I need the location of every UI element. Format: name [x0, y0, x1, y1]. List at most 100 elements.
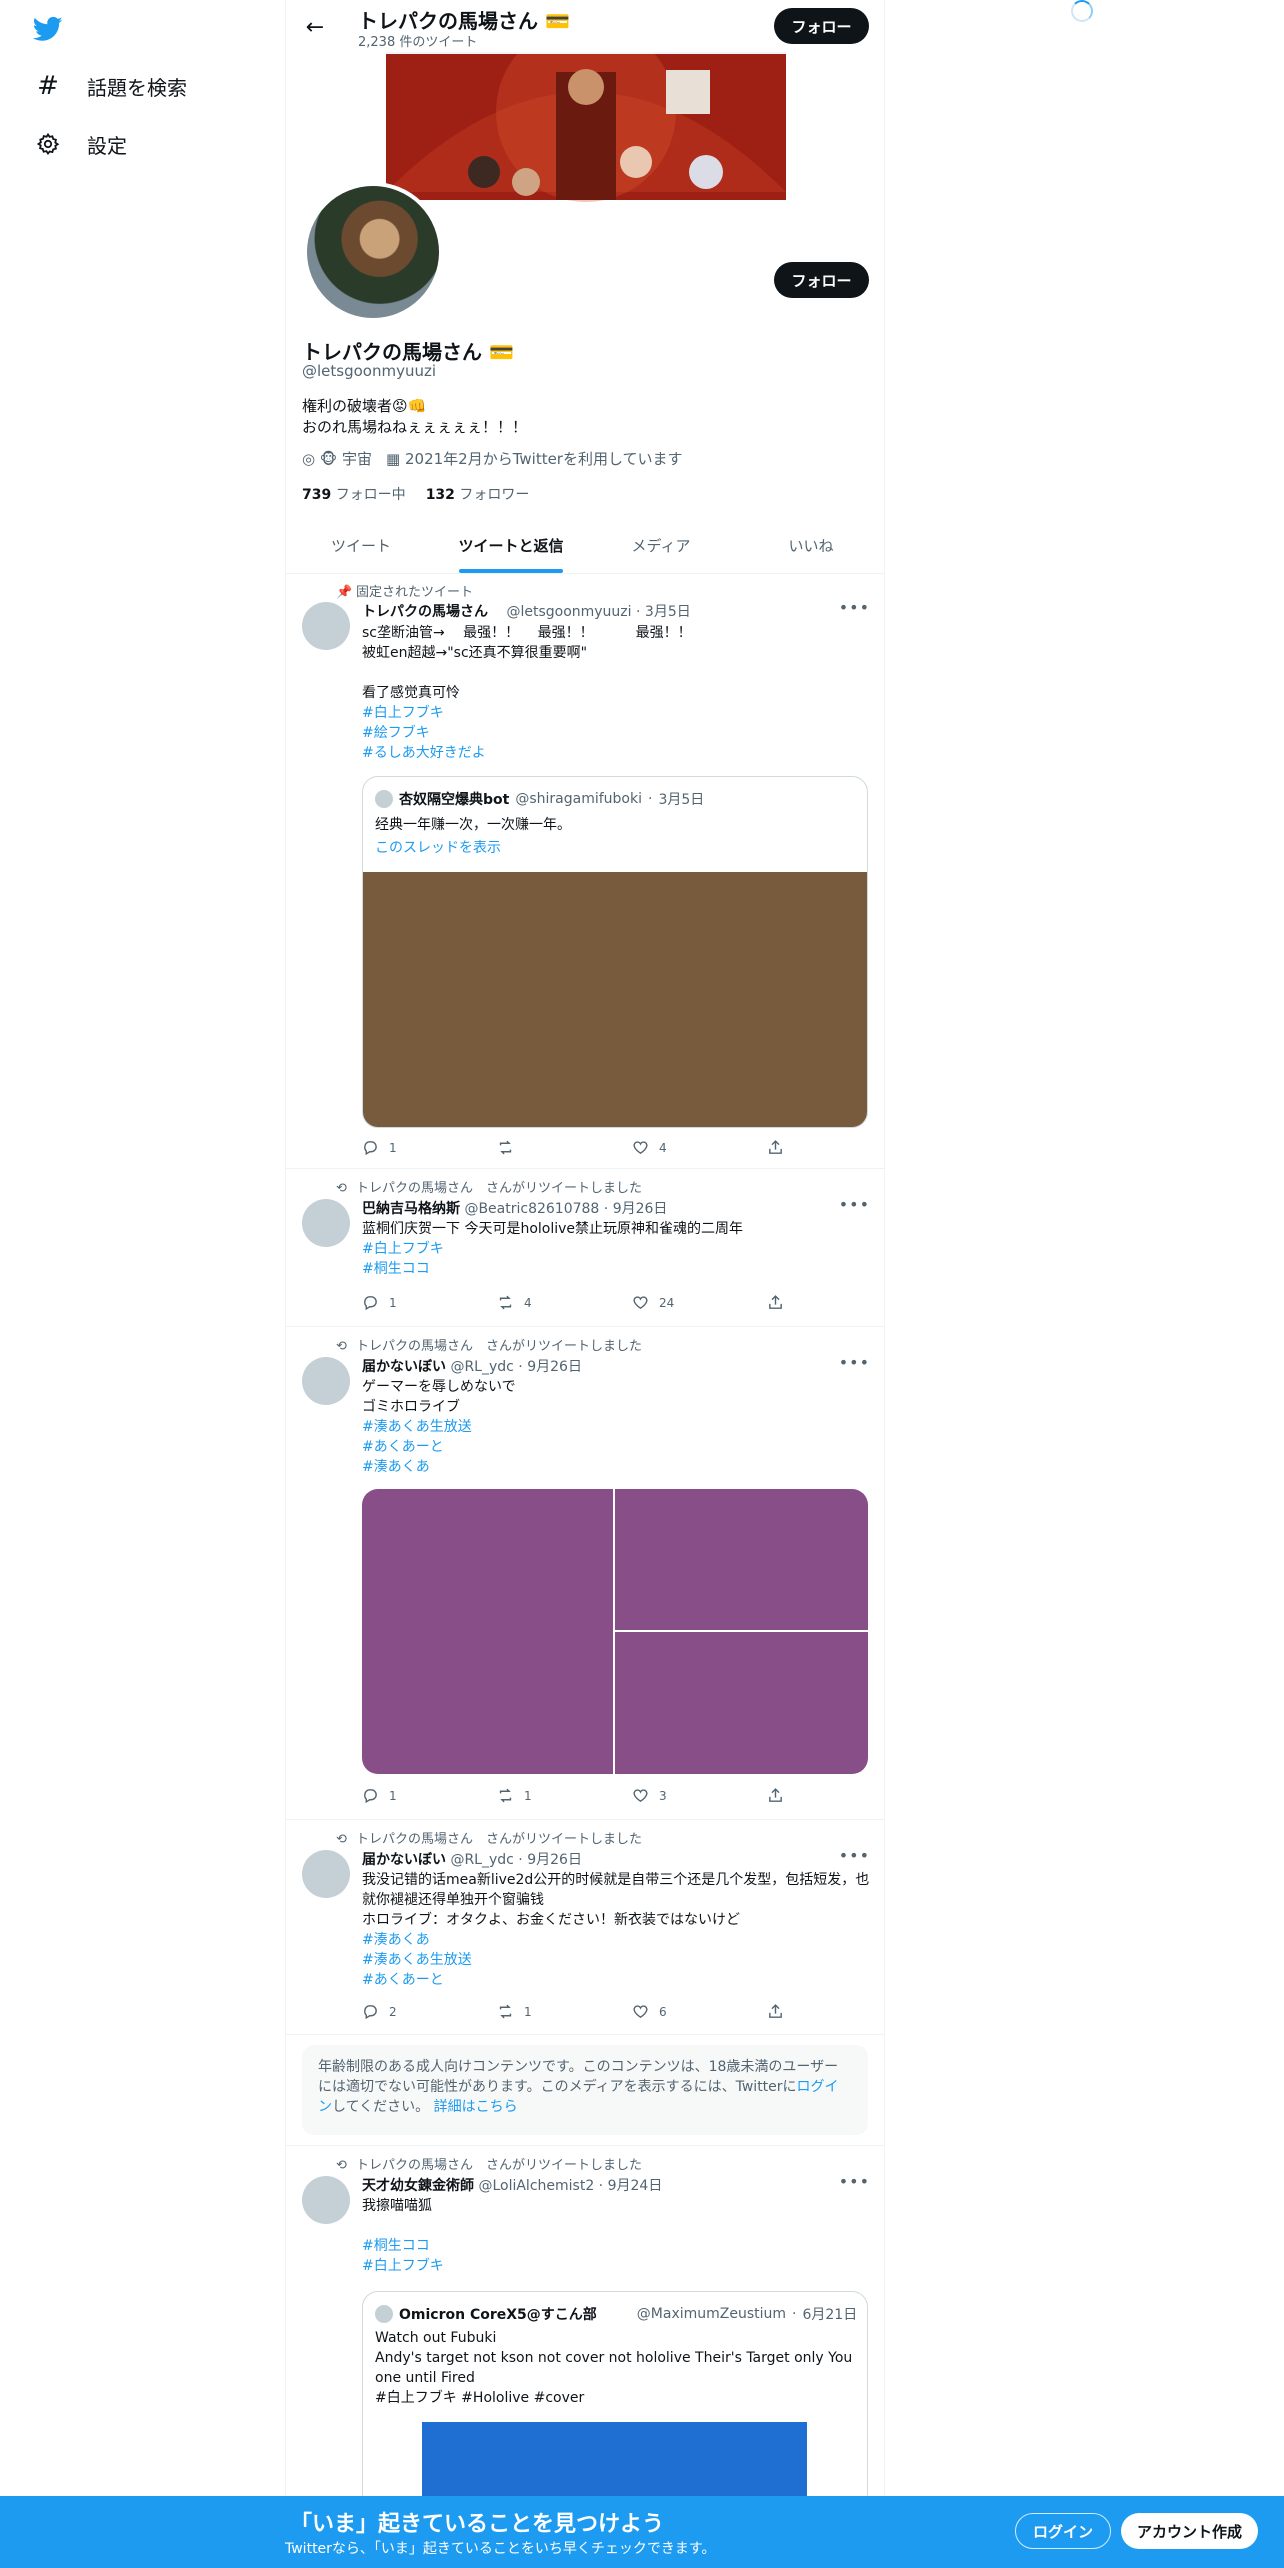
- share-icon: [769, 2004, 782, 2018]
- reply-button[interactable]: 1: [362, 1139, 397, 1156]
- tweet-author-handle: @letsgoonmyuuzi: [506, 604, 632, 620]
- tweet-retweeted[interactable]: ⟲ トレパクの馬場さん さんがリツイートしました 巴納吉马格纳斯 @Beatric…: [286, 1169, 884, 1327]
- retweet-icon: [499, 1788, 512, 1803]
- reply-button[interactable]: 2: [362, 2003, 397, 2020]
- reply-button[interactable]: 1: [362, 1294, 397, 1311]
- profile-follow-button[interactable]: フォロー: [774, 262, 869, 298]
- tweet-author-name[interactable]: 届かないぼい: [362, 1852, 446, 1868]
- like-button[interactable]: 3: [632, 1787, 667, 1804]
- tab-tweets-and-replies[interactable]: ツイートと返信: [436, 518, 586, 573]
- twitter-bird-icon[interactable]: [32, 14, 63, 44]
- tweet-date[interactable]: 9月26日: [527, 1359, 582, 1375]
- back-arrow-icon[interactable]: ←: [300, 12, 330, 42]
- share-button[interactable]: [767, 1294, 784, 1311]
- more-icon[interactable]: •••: [839, 2172, 870, 2191]
- heart-icon: [633, 1296, 648, 1310]
- show-thread-link[interactable]: このスレッドを表示: [375, 837, 501, 857]
- tweet-date[interactable]: 9月26日: [613, 1201, 668, 1217]
- share-button[interactable]: [767, 1787, 784, 1804]
- tweet-actions: 1 4: [362, 1139, 802, 1159]
- tweet-date[interactable]: 3月5日: [645, 604, 691, 620]
- hashtag-link[interactable]: #湊あくあ: [362, 1930, 872, 1950]
- retweet-button[interactable]: 1: [497, 2003, 532, 2020]
- joined-item: ▦ 2021年2月からTwitterを利用しています: [386, 448, 683, 469]
- tweet-pinned[interactable]: 📌 固定されたツイート トレパクの馬場さん @letsgoonmyuuzi · 3…: [286, 574, 884, 1169]
- hashtag-link[interactable]: #あくあーと: [362, 1970, 872, 1990]
- nav-settings[interactable]: 設定: [33, 129, 127, 159]
- login-button[interactable]: ログイン: [1015, 2513, 1111, 2549]
- tweet-text: 蓝桐们庆贺一下 今天可是hololive禁止玩原神和雀魂的二周年 #白上フブキ #桐…: [362, 1219, 872, 1279]
- tweet-author-name[interactable]: 届かないぼい: [362, 1359, 446, 1375]
- hashtag-link[interactable]: #湊あくあ生放送: [362, 1417, 872, 1437]
- more-icon[interactable]: •••: [839, 1195, 870, 1214]
- retweet-button[interactable]: 4: [497, 1294, 532, 1311]
- header-follow-button[interactable]: フォロー: [774, 8, 869, 44]
- tab-likes[interactable]: いいね: [736, 518, 884, 573]
- retweet-icon: ⟲: [336, 2158, 347, 2173]
- tweet-author-name[interactable]: 巴納吉马格纳斯: [362, 1201, 460, 1217]
- retweet-button[interactable]: 1: [497, 1787, 532, 1804]
- media-image[interactable]: [362, 1489, 613, 1774]
- avatar[interactable]: [302, 1850, 350, 1898]
- hashtag-link[interactable]: #白上フブキ: [362, 703, 872, 723]
- quoted-tweet[interactable]: 杏奴隔空爆典bot @shiragamifuboki · 3月5日 经典一年赚一次…: [362, 776, 868, 1128]
- like-button[interactable]: 24: [632, 1294, 674, 1311]
- avatar[interactable]: [302, 1199, 350, 1247]
- quoted-media[interactable]: [363, 872, 867, 1127]
- tweet-retweeted[interactable]: ⟲ トレパクの馬場さん さんがリツイートしました 届かないぼい @RL_ydc ·…: [286, 1327, 884, 1820]
- share-button[interactable]: [767, 1139, 784, 1156]
- reply-button[interactable]: 1: [362, 1787, 397, 1804]
- hashtag-link[interactable]: #白上フブキ: [362, 2256, 872, 2276]
- retweet-context: ⟲ トレパクの馬場さん さんがリツイートしました: [336, 1339, 643, 1354]
- hashtag-link[interactable]: #あくあーと: [362, 1437, 872, 1457]
- retweet-button[interactable]: [497, 1139, 524, 1156]
- badge-icon: 💳: [488, 340, 514, 364]
- hashtag-link[interactable]: #桐生ココ: [362, 2236, 872, 2256]
- hashtag-link[interactable]: #絵フブキ: [362, 723, 872, 743]
- share-button[interactable]: [767, 2003, 784, 2020]
- followers-count: 132: [425, 487, 455, 503]
- tweet-text: sc垄断油管→ 最强！！ 最强！！ 最强！！ 被虹en超越→"sc还真不算很重要…: [362, 623, 872, 763]
- tab-tweets[interactable]: ツイート: [286, 518, 436, 573]
- media-image[interactable]: [615, 1632, 868, 1774]
- retweet-icon: ⟲: [336, 1832, 347, 1847]
- hashtag-link[interactable]: #湊あくあ: [362, 1457, 872, 1477]
- media-image[interactable]: [615, 1489, 868, 1630]
- tab-media[interactable]: メディア: [586, 518, 736, 573]
- hashtag-link[interactable]: #白上フブキ: [362, 1239, 872, 1259]
- tweet-author-name[interactable]: 天才幼女錬金術師: [362, 2178, 474, 2194]
- nav-explore[interactable]: # 話題を検索: [33, 71, 187, 101]
- notice-details-link[interactable]: 詳細はこちら: [434, 2099, 518, 2115]
- follow-stats: 739 フォロー中 132 フォロワー: [302, 484, 529, 504]
- reply-icon: [364, 1141, 377, 1156]
- avatar[interactable]: [302, 2176, 350, 2224]
- more-icon[interactable]: •••: [839, 1846, 870, 1865]
- retweet-context: ⟲ トレパクの馬場さん さんがリツイートしました: [336, 1181, 643, 1196]
- reply-icon: [364, 1789, 377, 1804]
- tweet-text: 我擦喵喵狐: [362, 2198, 432, 2214]
- profile-avatar[interactable]: [303, 182, 443, 322]
- followers-link[interactable]: 132 フォロワー: [426, 484, 530, 504]
- quoted-text: Watch out Fubuki Andy's target not kson …: [375, 2330, 853, 2406]
- tweet-retweeted[interactable]: ⟲ トレパクの馬場さん さんがリツイートしました 届かないぼい @RL_ydc ·…: [286, 1820, 884, 2035]
- avatar[interactable]: [302, 602, 350, 650]
- hashtag-link[interactable]: #湊あくあ生放送: [362, 1950, 872, 1970]
- loading-spinner-icon: [1071, 0, 1093, 22]
- signup-banner-title: 「いま」起きていることを見つけよう: [290, 2512, 665, 2537]
- more-icon[interactable]: •••: [839, 598, 870, 617]
- following-link[interactable]: 739 フォロー中: [302, 484, 406, 504]
- create-account-button[interactable]: アカウント作成: [1121, 2513, 1258, 2549]
- tweet-date[interactable]: 9月26日: [527, 1852, 582, 1868]
- hashtag-link[interactable]: #桐生ココ: [362, 1259, 872, 1279]
- tweet-date[interactable]: 9月24日: [608, 2178, 663, 2194]
- tweet-author-name[interactable]: トレパクの馬場さん: [362, 604, 488, 620]
- like-button[interactable]: 4: [632, 1139, 667, 1156]
- hashtag-link[interactable]: #るしあ大好きだよ: [362, 743, 872, 763]
- like-button[interactable]: 6: [632, 2003, 667, 2020]
- avatar[interactable]: [302, 1357, 350, 1405]
- retweet-icon: [499, 1140, 512, 1155]
- header-tweet-count: 2,238 件のツイート: [358, 35, 478, 50]
- following-count: 739: [302, 487, 332, 503]
- more-icon[interactable]: •••: [839, 1353, 870, 1372]
- tweet-text: ゲーマーを辱しめないで ゴミホロライブ #湊あくあ生放送 #あくあーと #湊あくあ: [362, 1377, 872, 1477]
